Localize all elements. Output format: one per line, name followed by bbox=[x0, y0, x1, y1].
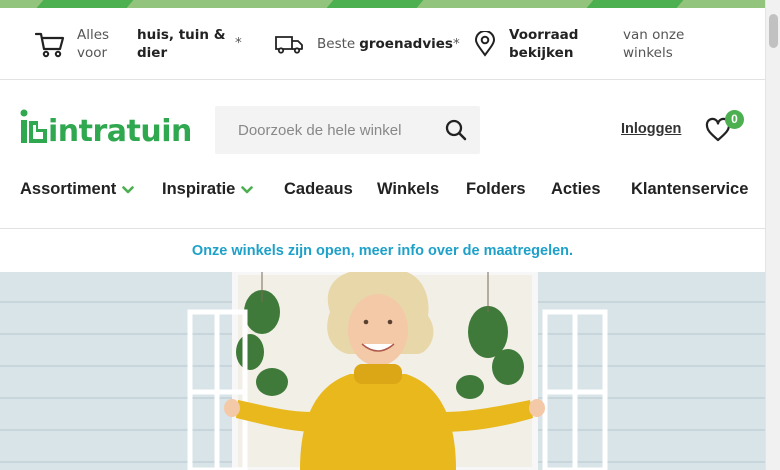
wishlist-count-badge: 0 bbox=[725, 110, 744, 129]
logo-wordmark: intratuin bbox=[48, 114, 192, 145]
hero-image[interactable] bbox=[0, 272, 765, 470]
search-input[interactable] bbox=[215, 106, 430, 154]
nav-item-folders[interactable]: Folders bbox=[466, 180, 526, 199]
store-notice-banner[interactable]: Onze winkels zijn open, meer info over d… bbox=[0, 228, 765, 272]
search-icon[interactable] bbox=[444, 118, 468, 142]
usp-prefix: Alles voor bbox=[77, 27, 110, 61]
nav-item-klantenservice[interactable]: Klantenservice bbox=[631, 180, 748, 199]
intratuin-logo[interactable]: intratuin bbox=[20, 107, 192, 149]
hero-illustration bbox=[0, 272, 765, 470]
nav-item-label: Winkels bbox=[377, 180, 440, 198]
nav-item-winkels[interactable]: Winkels bbox=[377, 180, 439, 199]
nav-item-label: Inspiratie bbox=[162, 180, 236, 198]
search-bar bbox=[215, 106, 480, 154]
chevron-down-icon bbox=[122, 185, 135, 193]
usp-bold: huis, tuin & dier bbox=[137, 27, 226, 61]
usp-item-advice: Beste groenadvies * bbox=[274, 8, 464, 80]
nav-item-cadeaus[interactable]: Cadeaus bbox=[284, 180, 353, 199]
cart-icon bbox=[35, 32, 65, 58]
wishlist-button[interactable]: 0 bbox=[704, 110, 748, 146]
logo-mark: intratuin bbox=[20, 109, 192, 149]
nav-item-label: Acties bbox=[551, 180, 601, 198]
nav-item-label: Folders bbox=[466, 180, 526, 198]
nav-item-label: Assortiment bbox=[20, 180, 117, 198]
nav-item-acties[interactable]: Acties bbox=[551, 180, 601, 199]
usp-asterisk: * bbox=[452, 36, 460, 52]
chevron-down-icon bbox=[241, 185, 254, 193]
nav-item-label: Klantenservice bbox=[631, 180, 749, 198]
nav-item-assortiment[interactable]: Assortiment bbox=[20, 180, 135, 199]
usp-item-assortment: Alles voor huis, tuin & dier * bbox=[35, 8, 250, 80]
truck-icon bbox=[275, 36, 303, 54]
nav-item-label: Cadeaus bbox=[284, 180, 353, 198]
usp-asterisk: * bbox=[235, 35, 242, 51]
location-pin-icon bbox=[474, 31, 496, 57]
top-decorative-band bbox=[0, 0, 765, 8]
usp-item-stock[interactable]: Voorraad bekijken van onze winkels bbox=[474, 8, 714, 80]
usp-bold: groenadvies bbox=[359, 36, 453, 52]
usp-bold: Voorraad bekijken bbox=[509, 27, 579, 61]
login-link[interactable]: Inloggen bbox=[621, 121, 681, 137]
page-scrollbar[interactable] bbox=[765, 0, 780, 470]
usp-prefix: Beste bbox=[317, 36, 356, 52]
notice-text: Onze winkels zijn open, meer info over d… bbox=[191, 243, 574, 259]
usp-bar: Alles voor huis, tuin & dier * Beste gro… bbox=[0, 8, 765, 80]
main-navigation: Assortiment Inspiratie Cadeaus Winkels F… bbox=[0, 180, 765, 208]
scrollbar-thumb[interactable] bbox=[769, 14, 778, 48]
usp-suffix: van onze winkels bbox=[623, 27, 685, 61]
nav-item-inspiratie[interactable]: Inspiratie bbox=[162, 180, 254, 199]
